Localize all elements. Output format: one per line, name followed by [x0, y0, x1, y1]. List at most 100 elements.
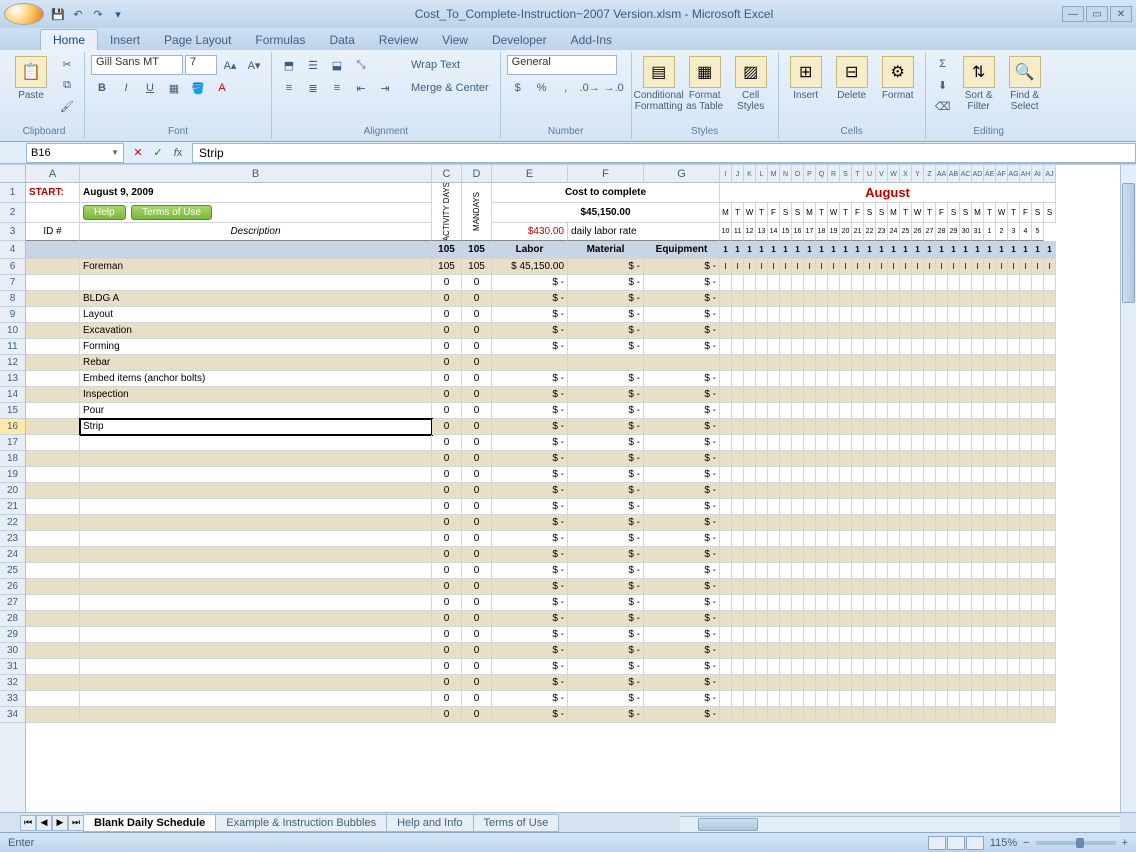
cell-day[interactable] — [768, 339, 780, 355]
cell-day[interactable] — [792, 691, 804, 707]
cell-day[interactable] — [852, 483, 864, 499]
cell-day[interactable] — [852, 531, 864, 547]
cell-desc[interactable]: Inspection — [80, 387, 432, 403]
cell-day[interactable] — [732, 707, 744, 723]
cell-day[interactable] — [900, 291, 912, 307]
cell-day[interactable] — [744, 547, 756, 563]
cell-day[interactable] — [840, 435, 852, 451]
cell-day[interactable] — [804, 595, 816, 611]
day-head[interactable]: F — [936, 203, 948, 223]
cell-day[interactable] — [924, 483, 936, 499]
cell-day[interactable] — [1044, 659, 1056, 675]
cell-day[interactable] — [792, 403, 804, 419]
cell-equipment[interactable] — [644, 355, 720, 371]
copy-icon[interactable]: ⧉ — [56, 75, 78, 95]
cell-material[interactable]: $ - — [568, 595, 644, 611]
cell-day[interactable] — [912, 435, 924, 451]
cell-day[interactable] — [960, 291, 972, 307]
cell-equipment[interactable]: $ - — [644, 451, 720, 467]
cell-day[interactable] — [1044, 579, 1056, 595]
cell-day[interactable] — [852, 499, 864, 515]
cell-day[interactable] — [1044, 323, 1056, 339]
cell-day[interactable] — [804, 675, 816, 691]
day-num[interactable]: 5 — [1032, 223, 1044, 241]
cell-material[interactable]: $ - — [568, 691, 644, 707]
day-num[interactable]: 25 — [900, 223, 912, 241]
cell-day[interactable] — [816, 563, 828, 579]
cell-material[interactable]: $ - — [568, 707, 644, 723]
cell-equipment[interactable]: $ - — [644, 435, 720, 451]
cell-day[interactable] — [1008, 451, 1020, 467]
cell-labor[interactable]: $ - — [492, 483, 568, 499]
cell-day[interactable] — [720, 675, 732, 691]
cell-day[interactable] — [720, 307, 732, 323]
cell[interactable] — [26, 241, 80, 259]
cell-day[interactable] — [924, 643, 936, 659]
day-head[interactable]: S — [1044, 203, 1056, 223]
cell-d[interactable]: 0 — [462, 355, 492, 371]
cell-c[interactable]: 0 — [432, 499, 462, 515]
cell-day[interactable] — [1008, 627, 1020, 643]
day-num[interactable]: 30 — [960, 223, 972, 241]
cell-day[interactable] — [864, 675, 876, 691]
cell-desc[interactable] — [80, 691, 432, 707]
cell-equipment[interactable]: $ - — [644, 275, 720, 291]
cell-day[interactable] — [876, 499, 888, 515]
cell-desc[interactable] — [80, 275, 432, 291]
cell-day[interactable] — [972, 531, 984, 547]
row-header-18[interactable]: 18 — [0, 451, 25, 467]
day-num[interactable]: 19 — [828, 223, 840, 241]
increase-decimal-icon[interactable]: .0→ — [579, 78, 601, 98]
col-header-C[interactable]: C — [432, 165, 462, 183]
cell-day[interactable] — [924, 307, 936, 323]
total-day[interactable]: 1 — [936, 241, 948, 259]
cell-day[interactable]: I — [768, 259, 780, 275]
cell-day[interactable] — [744, 563, 756, 579]
day-head[interactable]: M — [804, 203, 816, 223]
cell-labor[interactable]: $ - — [492, 627, 568, 643]
cell-day[interactable] — [804, 691, 816, 707]
cell-day[interactable] — [768, 435, 780, 451]
cell-day[interactable] — [972, 275, 984, 291]
cell-day[interactable] — [792, 531, 804, 547]
cell-day[interactable]: I — [924, 259, 936, 275]
cell-day[interactable] — [924, 659, 936, 675]
cell-day[interactable] — [888, 451, 900, 467]
cell-day[interactable] — [756, 515, 768, 531]
grid[interactable]: START:August 9, 2009Cost to completeAugu… — [26, 183, 1136, 812]
cell-day[interactable] — [936, 643, 948, 659]
cell-day[interactable] — [1032, 643, 1044, 659]
cell-day[interactable] — [816, 531, 828, 547]
cell-day[interactable] — [744, 403, 756, 419]
cell-day[interactable] — [768, 275, 780, 291]
cell-desc[interactable]: Layout — [80, 307, 432, 323]
cell-day[interactable]: I — [984, 259, 996, 275]
cell-day[interactable] — [1044, 675, 1056, 691]
cell-day[interactable] — [720, 451, 732, 467]
total-day[interactable]: 1 — [984, 241, 996, 259]
cell-d[interactable]: 0 — [462, 691, 492, 707]
cell-day[interactable] — [864, 291, 876, 307]
cell-day[interactable] — [780, 419, 792, 435]
font-name-select[interactable]: Gill Sans MT — [91, 55, 183, 75]
cell-desc[interactable] — [80, 435, 432, 451]
cell-day[interactable] — [828, 595, 840, 611]
cell-c[interactable]: 0 — [432, 515, 462, 531]
cell-day[interactable] — [876, 515, 888, 531]
cell-day[interactable] — [924, 579, 936, 595]
insert-cells-button[interactable]: ⊞Insert — [785, 54, 827, 124]
cell-day[interactable] — [780, 531, 792, 547]
row-header-33[interactable]: 33 — [0, 691, 25, 707]
cell-day[interactable] — [744, 515, 756, 531]
cell-day[interactable] — [996, 499, 1008, 515]
col-header-day[interactable]: AB — [948, 165, 960, 183]
cell-day[interactable] — [720, 419, 732, 435]
cell-day[interactable] — [732, 579, 744, 595]
cell-day[interactable] — [972, 643, 984, 659]
cell-day[interactable] — [768, 419, 780, 435]
number-format-select[interactable]: General — [507, 55, 617, 75]
cell-c[interactable]: 0 — [432, 467, 462, 483]
cell-day[interactable] — [780, 355, 792, 371]
cell-day[interactable] — [900, 467, 912, 483]
cell-day[interactable] — [912, 659, 924, 675]
